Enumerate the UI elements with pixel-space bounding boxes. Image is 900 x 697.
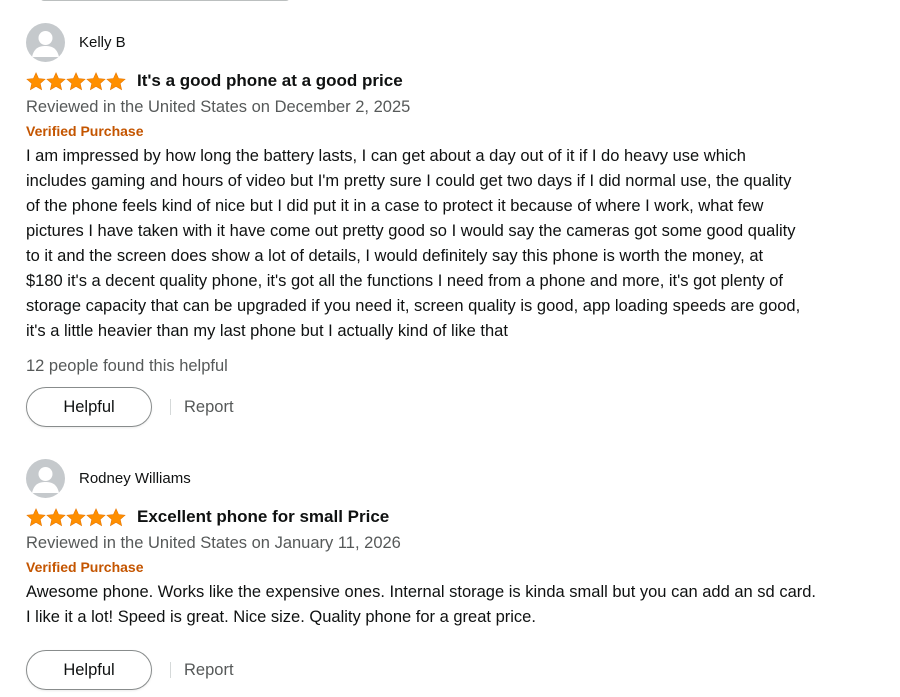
star-icon — [106, 507, 126, 526]
review-body-line: storage capacity that can be upgraded if… — [26, 297, 801, 315]
verified-purchase-badge: Verified Purchase — [26, 559, 144, 575]
star-icon — [86, 507, 106, 526]
review-title[interactable]: Excellent phone for small Price — [137, 507, 389, 527]
star-icon — [66, 507, 86, 526]
review-body-line: Awesome phone. Works like the expensive … — [26, 583, 817, 601]
review-date: Reviewed in the United States on January… — [26, 534, 401, 552]
verified-purchase-badge: Verified Purchase — [26, 123, 144, 139]
review-title[interactable]: It's a good phone at a good price — [137, 71, 403, 91]
review-body-line: includes gaming and hours of video but I… — [26, 172, 792, 190]
review-card: Rodney Williams Excellent phone for smal… — [26, 458, 886, 690]
report-link[interactable]: Report — [184, 661, 234, 680]
star-icon — [86, 71, 106, 90]
review-body-line: to it and the screen does show a lot of … — [26, 247, 764, 265]
star-icon — [46, 507, 66, 526]
review-card: Kelly B It's a good phone at a good pric… — [26, 22, 886, 427]
reviewer-profile[interactable]: Rodney Williams — [26, 458, 886, 498]
default-avatar-icon — [26, 22, 65, 62]
review-body-line: pictures I have taken with it have come … — [26, 222, 796, 240]
star-icon — [26, 507, 46, 526]
review-body-line: it's a little heavier than my last phone… — [26, 322, 508, 340]
report-link[interactable]: Report — [184, 398, 234, 417]
reviewer-name[interactable]: Kelly B — [79, 34, 126, 51]
star-icon — [26, 71, 46, 90]
default-avatar-icon — [26, 458, 65, 498]
review-body: Awesome phone. Works like the expensive … — [26, 580, 886, 630]
star-icon — [66, 71, 86, 90]
star-icon — [46, 71, 66, 90]
star-rating[interactable] — [26, 507, 126, 527]
divider — [170, 662, 171, 678]
reviewer-profile[interactable]: Kelly B — [26, 22, 886, 62]
reviewer-name[interactable]: Rodney Williams — [79, 470, 191, 487]
previous-section-edge — [40, 0, 290, 1]
review-body-line: I like it a lot! Speed is great. Nice si… — [26, 608, 536, 626]
review-body-line: $180 it's a decent quality phone, it's g… — [26, 272, 784, 290]
star-icon — [106, 71, 126, 90]
review-date: Reviewed in the United States on Decembe… — [26, 98, 411, 116]
helpful-button[interactable]: Helpful — [26, 387, 152, 427]
helpful-button[interactable]: Helpful — [26, 650, 152, 690]
helpful-count: 12 people found this helpful — [26, 357, 228, 375]
divider — [170, 399, 171, 415]
review-body-line: of the phone feels kind of nice but I di… — [26, 197, 764, 215]
star-rating[interactable] — [26, 71, 126, 91]
review-body-line: I am impressed by how long the battery l… — [26, 147, 746, 165]
review-body: I am impressed by how long the battery l… — [26, 144, 886, 344]
